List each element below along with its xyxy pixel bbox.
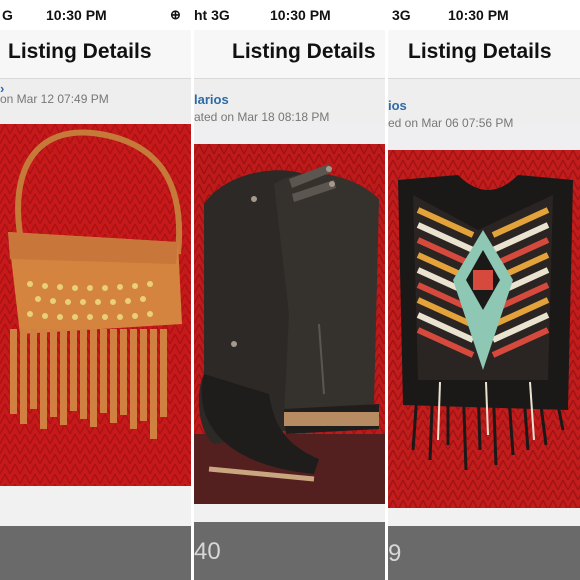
boots-photo: [194, 144, 385, 504]
listing-screen-1: G 10:30 PM ⊕ Listing Details › on Mar 12…: [0, 0, 191, 580]
nav-bar: Listing Details: [388, 30, 580, 79]
clock: 10:30 PM: [448, 7, 509, 23]
listing-date: ated on Mar 18 08:18 PM: [194, 110, 330, 124]
detail-area: [194, 504, 385, 522]
bottom-toolbar: [0, 526, 191, 580]
toolbar-text: 9: [388, 540, 402, 567]
listing-date: ed on Mar 06 07:56 PM: [388, 116, 514, 130]
carrier: 3G: [392, 7, 411, 23]
clock: 10:30 PM: [46, 7, 107, 23]
toolbar-text: 40: [194, 538, 221, 565]
nav-bar: Listing Details: [194, 30, 385, 79]
detail-area: [388, 508, 580, 526]
listing-screen-2: ht 3G 10:30 PM Listing Details larios at…: [194, 0, 385, 580]
bottom-toolbar: 40: [194, 522, 385, 580]
clock: 10:30 PM: [270, 7, 331, 23]
status-bar: ht 3G 10:30 PM: [194, 0, 385, 30]
seller-link[interactable]: larios: [194, 92, 229, 107]
page-title: Listing Details: [408, 40, 552, 63]
detail-area: [0, 486, 191, 526]
listing-photo[interactable]: [0, 124, 191, 486]
handbag-photo: [0, 124, 191, 486]
seller-link[interactable]: ios: [388, 98, 407, 113]
top-photo: [388, 150, 580, 508]
status-icon: ⊕: [170, 7, 181, 22]
listing-meta: ios ed on Mar 06 07:56 PM: [388, 79, 580, 130]
listing-screen-3: 3G 10:30 PM Listing Details ios ed on Ma…: [388, 0, 580, 580]
listing-date: on Mar 12 07:49 PM: [0, 92, 109, 106]
carrier: ht 3G: [194, 7, 230, 23]
bottom-toolbar: 9: [388, 526, 580, 580]
listing-meta: larios ated on Mar 18 08:18 PM: [194, 79, 385, 124]
listing-meta: › on Mar 12 07:49 PM: [0, 79, 191, 123]
nav-bar: Listing Details: [0, 30, 191, 79]
page-title: Listing Details: [8, 40, 152, 63]
status-bar: 3G 10:30 PM: [388, 0, 580, 30]
status-bar: G 10:30 PM ⊕: [0, 0, 191, 30]
page-title: Listing Details: [232, 40, 376, 63]
listing-photo[interactable]: [388, 150, 580, 508]
listing-photo[interactable]: [194, 144, 385, 504]
carrier: G: [2, 7, 13, 23]
